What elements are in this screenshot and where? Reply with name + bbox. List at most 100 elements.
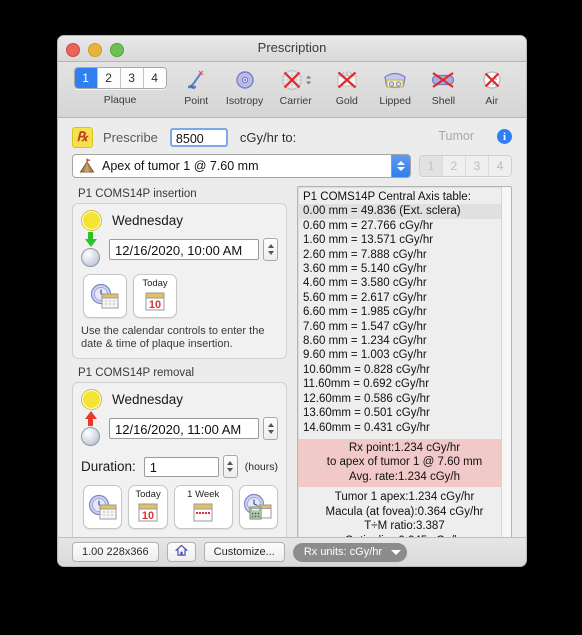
insertion-today-button[interactable]: Today 10: [133, 274, 177, 318]
axis-table-row: 10.60mm = 0.828 cGy/hr: [303, 363, 430, 376]
lipped-icon: [381, 67, 409, 93]
toolbar-button-isotropy[interactable]: Isotropy: [220, 67, 268, 112]
rx-units-popup[interactable]: Rx units: cGy/hr: [292, 542, 408, 562]
toolbar-label-air: Air: [485, 95, 499, 107]
sun-icon: [81, 210, 102, 231]
popup-arrows-icon[interactable]: [391, 155, 410, 177]
toolbar-button-air[interactable]: Air: [468, 67, 516, 112]
insertion-button-row: Today 10: [83, 274, 278, 318]
plaque-label: Plaque: [103, 94, 137, 106]
toolbar: 1 2 3 4 Plaque Point Isotropy Carrier Go…: [58, 62, 526, 118]
chevron-down-icon: [391, 549, 402, 555]
toolbar-label-lipped: Lipped: [379, 95, 411, 107]
tumor-option-2[interactable]: 2: [443, 156, 466, 176]
insertion-datetime-input[interactable]: 12/16/2020, 10:00 AM: [109, 239, 260, 260]
insertion-today-caption: Today: [142, 277, 168, 289]
summary-tm-ratio: T÷M ratio:3.387: [364, 520, 445, 533]
removal-datetime-stepper[interactable]: [263, 417, 278, 440]
duration-input[interactable]: 1: [143, 456, 220, 477]
point-probe-icon: [184, 67, 208, 93]
tumor-option-1[interactable]: 1: [420, 156, 443, 176]
toolbar-label-carrier: Carrier: [279, 95, 312, 107]
axis-table-row: 7.60 mm = 1.547 cGy/hr: [303, 320, 427, 333]
axis-table-row: 14.60mm = 0.431 cGy/hr: [303, 421, 430, 434]
air-icon: [480, 67, 504, 93]
target-popup-value: Apex of tumor 1 @ 7.60 mm: [102, 159, 259, 173]
tumor-label: Tumor: [438, 129, 474, 143]
tumor-selector-group: 1 2 3 4: [419, 155, 512, 177]
removal-day-row: Wednesday: [81, 389, 278, 410]
plaque-option-1[interactable]: 1: [74, 68, 98, 88]
summary-tumor-apex: Tumor 1 apex:1.234 cGy/hr: [334, 491, 475, 504]
toolbar-button-shell[interactable]: Shell: [419, 67, 467, 112]
toolbar-button-lipped[interactable]: Lipped: [371, 67, 419, 112]
scale-button[interactable]: 1.00 228x366: [72, 542, 159, 562]
toolbar-button-point[interactable]: Point: [172, 67, 220, 112]
removal-date-row: 12/16/2020, 11:00 AM: [81, 411, 278, 446]
removal-clock-calendar-button[interactable]: [83, 485, 123, 529]
plaque-option-3[interactable]: 3: [120, 68, 144, 88]
removal-group-title: P1 COMS14P removal: [78, 367, 195, 379]
duration-label: Duration:: [81, 459, 136, 474]
insertion-clock-calendar-button[interactable]: [83, 274, 127, 318]
removal-today-caption: Today: [135, 488, 161, 500]
tumor-segmented-control[interactable]: 1 2 3 4: [419, 155, 512, 177]
axis-table-row: 3.60 mm = 5.140 cGy/hr: [303, 263, 427, 276]
target-row: Apex of tumor 1 @ 7.60 mm 1 2 3 4: [58, 154, 526, 178]
moon-ball-icon: [81, 427, 100, 446]
window-title: Prescription: [257, 40, 327, 55]
summary-macula: Macula (at fovea):0.364 cGy/hr: [325, 505, 484, 518]
rx-point-summary: Rx point:1.234 cGy/hr to apex of tumor 1…: [298, 438, 511, 488]
axis-table-row: 0.00 mm = 49.836 (Ext. sclera): [298, 204, 511, 219]
tumor-option-4[interactable]: 4: [489, 156, 511, 176]
removal-clock-calculator-button[interactable]: [238, 485, 278, 529]
home-icon: [174, 544, 188, 560]
tumor-option-3[interactable]: 3: [466, 156, 489, 176]
isotropy-icon: [233, 67, 257, 93]
home-button[interactable]: [166, 542, 196, 562]
prescription-window: Prescription 1 2 3 4 Plaque Point Isotro…: [57, 35, 527, 567]
toolbar-label-gold: Gold: [335, 95, 358, 107]
plaque-segmented-control[interactable]: 1 2 3 4: [73, 67, 167, 89]
prescribe-row: ℞ Prescribe 8500 cGy/hr to: Tumor i: [58, 122, 526, 152]
main-body: P1 COMS14P insertion Wednesday 12/16/202…: [58, 178, 526, 566]
insertion-datetime-stepper[interactable]: [263, 238, 278, 261]
toolbar-button-gold[interactable]: Gold: [323, 67, 371, 112]
svg-text:10: 10: [149, 299, 161, 311]
svg-text:10: 10: [142, 510, 154, 522]
axis-table-row: 11.60mm = 0.692 cGy/hr: [303, 378, 430, 391]
removal-one-week-button[interactable]: 1 Week: [173, 485, 233, 529]
left-panel: P1 COMS14P insertion Wednesday 12/16/202…: [72, 186, 287, 566]
duration-stepper[interactable]: [223, 455, 238, 478]
duration-row: Duration: 1 (hours): [81, 455, 278, 478]
right-panel: P1 COMS14P Central Axis table: 0.00 mm =…: [297, 186, 512, 566]
axis-table-row: 0.60 mm = 27.766 cGy/hr: [303, 219, 434, 232]
insertion-day-row: Wednesday: [81, 210, 278, 231]
plaque-option-2[interactable]: 2: [97, 68, 121, 88]
dose-input[interactable]: 8500: [169, 127, 228, 147]
plaque-option-4[interactable]: 4: [143, 68, 166, 88]
plaque-selector-group: 1 2 3 4 Plaque: [68, 67, 172, 106]
customize-button[interactable]: Customize...: [203, 542, 285, 562]
target-popup-button[interactable]: Apex of tumor 1 @ 7.60 mm: [72, 154, 411, 178]
info-icon[interactable]: i: [497, 129, 512, 144]
axis-table-row: 13.60mm = 0.501 cGy/hr: [303, 407, 430, 420]
toolbar-button-carrier[interactable]: Carrier: [269, 67, 323, 112]
insertion-day-label: Wednesday: [112, 213, 184, 228]
toolbar-label-isotropy: Isotropy: [225, 95, 264, 107]
toolbar-label-shell: Shell: [431, 95, 456, 107]
removal-today-button[interactable]: Today 10: [128, 485, 168, 529]
axis-table-row: 9.60 mm = 1.003 cGy/hr: [303, 349, 427, 362]
axis-table-row: 2.60 mm = 7.888 cGy/hr: [303, 248, 427, 261]
central-axis-table[interactable]: P1 COMS14P Central Axis table: 0.00 mm =…: [297, 186, 512, 555]
axis-table-row: 4.60 mm = 3.580 cGy/hr: [303, 277, 427, 290]
duration-unit-label: (hours): [244, 460, 278, 473]
arrow-up-red-icon: [81, 411, 100, 446]
rx-units-label: Rx units: cGy/hr: [303, 546, 383, 558]
dose-unit-label: cGy/hr to:: [239, 129, 297, 145]
table-scrollbar[interactable]: [501, 187, 511, 554]
axis-table-row: 6.60 mm = 1.985 cGy/hr: [303, 306, 427, 319]
prescribe-label: Prescribe: [103, 129, 158, 145]
removal-datetime-input[interactable]: 12/16/2020, 11:00 AM: [109, 418, 260, 439]
window-titlebar: Prescription: [58, 36, 526, 62]
